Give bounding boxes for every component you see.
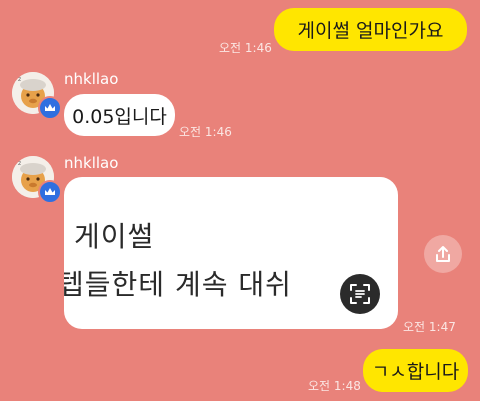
image-text-line: 텝들한테 계속 대쉬 bbox=[64, 268, 292, 301]
sender-name: nhkllao bbox=[64, 154, 119, 172]
share-icon bbox=[436, 246, 450, 262]
avatar[interactable]: z bbox=[12, 156, 62, 204]
svg-text:z: z bbox=[18, 76, 21, 83]
image-message[interactable]: 게이썰 텝들한테 계속 대쉬 bbox=[64, 177, 398, 329]
sender-name: nhkllao bbox=[64, 70, 119, 88]
my-message-bubble[interactable]: ㄱㅅ합니다 bbox=[363, 349, 468, 392]
message-text: 게이썰 얼마인가요 bbox=[297, 20, 444, 42]
message-time: 오전 1:47 bbox=[403, 320, 456, 334]
my-message-bubble[interactable]: 게이썰 얼마인가요 bbox=[274, 8, 467, 51]
avatar[interactable]: z bbox=[12, 72, 62, 120]
text-scan-button[interactable] bbox=[340, 274, 380, 314]
image-text-line: 게이썰 bbox=[74, 220, 155, 253]
their-message-bubble[interactable]: 0.05입니다 bbox=[64, 94, 175, 136]
text-scan-icon bbox=[350, 284, 370, 304]
message-time: 오전 1:46 bbox=[219, 41, 272, 55]
message-time: 오전 1:46 bbox=[179, 125, 232, 139]
share-button[interactable] bbox=[424, 235, 462, 273]
message-text: ㄱㅅ합니다 bbox=[371, 361, 460, 383]
svg-text:z: z bbox=[18, 160, 21, 167]
message-text: 0.05입니다 bbox=[72, 105, 167, 128]
crown-icon bbox=[38, 96, 62, 120]
crown-icon bbox=[38, 180, 62, 204]
message-time: 오전 1:48 bbox=[308, 379, 361, 393]
